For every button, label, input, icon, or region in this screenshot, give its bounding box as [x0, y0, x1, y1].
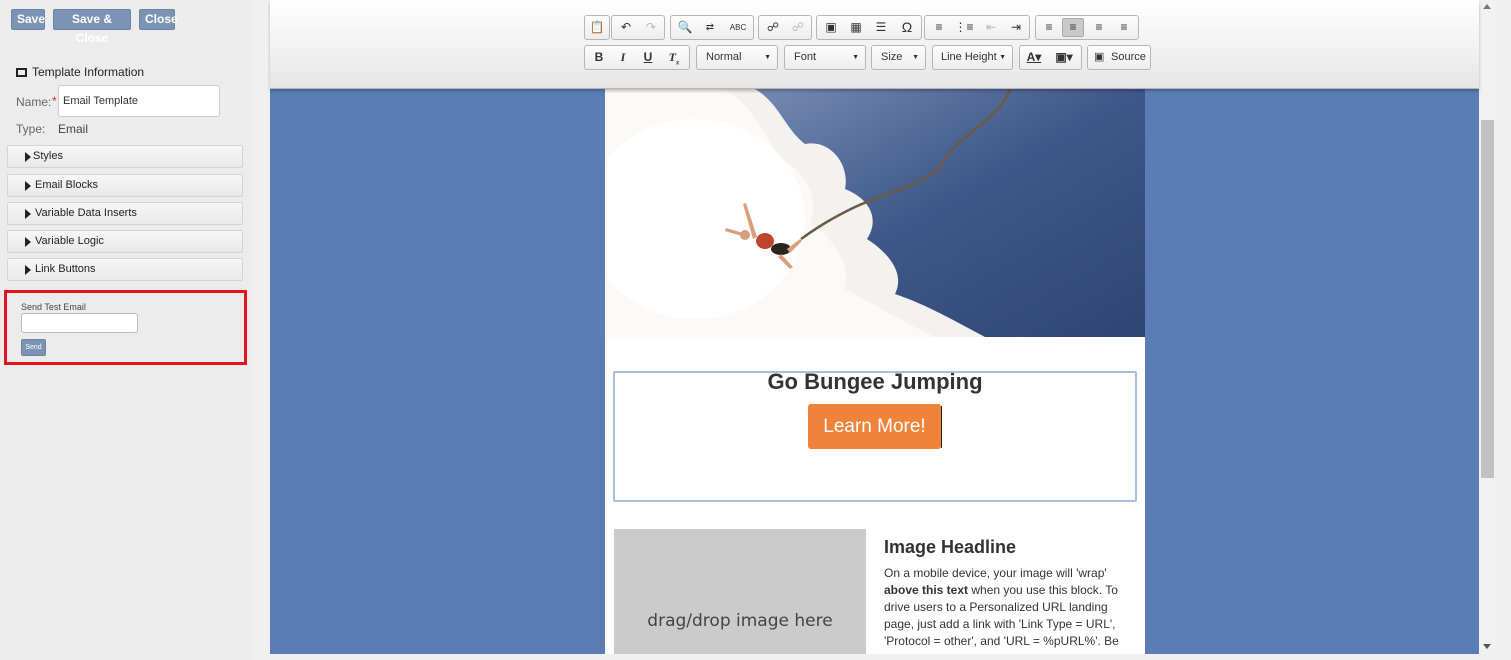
font-dropdown[interactable]: Font ▼ — [784, 45, 866, 70]
background-color-icon[interactable]: ▣▾ — [1053, 48, 1075, 67]
section-label: Styles — [33, 150, 63, 162]
numbered-list-icon[interactable]: ≡ — [928, 18, 950, 37]
align-center-icon[interactable]: ≡ — [1062, 18, 1084, 37]
text-cursor — [941, 406, 942, 448]
link-buttons-section-toggle[interactable]: Link Buttons — [7, 258, 243, 281]
caret-right-icon — [25, 152, 31, 162]
section-label: Variable Logic — [35, 235, 104, 247]
section-label: Email Blocks — [35, 179, 98, 191]
section-label: Link Buttons — [35, 263, 96, 275]
line-height-dropdown[interactable]: Line Height ▼ — [932, 45, 1013, 70]
name-label: Name: — [16, 95, 52, 109]
find-icon[interactable]: 🔍 — [674, 18, 696, 37]
image-headline[interactable]: Image Headline — [884, 537, 1016, 558]
body-text-part: On a mobile device, your image will 'wra… — [884, 566, 1107, 580]
send-test-email-label: Send Test Email — [21, 302, 86, 312]
image-drop-zone[interactable]: drag/drop image here — [614, 529, 866, 654]
justify-icon[interactable]: ≡ — [1113, 18, 1135, 37]
redo-icon[interactable]: ↷ — [640, 18, 662, 37]
learn-more-button[interactable]: Learn More! — [808, 404, 941, 449]
caret-right-icon — [25, 209, 31, 219]
caret-right-icon — [25, 265, 31, 275]
section-label: Variable Data Inserts — [35, 207, 137, 219]
save-and-close-button[interactable]: Save & Close — [53, 9, 131, 45]
bulleted-list-icon[interactable]: ⋮≡ — [953, 18, 975, 37]
paste-text-icon[interactable]: 📋 — [586, 18, 608, 37]
email-blocks-section-toggle[interactable]: Email Blocks — [7, 174, 243, 197]
variable-logic-section-toggle[interactable]: Variable Logic — [7, 230, 243, 253]
variable-data-inserts-section-toggle[interactable]: Variable Data Inserts — [7, 202, 243, 225]
undo-icon[interactable]: ↶ — [615, 18, 637, 37]
find-group: 🔍 ⇄ ABC — [670, 15, 754, 40]
italic-icon[interactable]: I — [612, 48, 634, 67]
link-icon[interactable]: ☍ — [762, 18, 784, 37]
size-dropdown[interactable]: Size ▼ — [871, 45, 926, 70]
source-button[interactable]: ▣ Source — [1087, 45, 1151, 70]
type-value: Email — [58, 122, 89, 136]
bold-icon[interactable]: B — [588, 48, 610, 67]
image-body-text[interactable]: On a mobile device, your image will 'wra… — [884, 565, 1138, 650]
close-button[interactable]: Close — [139, 9, 178, 30]
save-button[interactable]: Save — [11, 9, 45, 30]
styles-section-toggle[interactable]: Styles — [7, 145, 243, 168]
basic-styles-group: B I U Tx — [584, 45, 690, 70]
type-label: Type: — [16, 122, 46, 136]
horizontal-rule-icon[interactable]: ☰ — [870, 18, 892, 37]
unlink-icon[interactable]: ☍ — [787, 18, 809, 37]
template-information-title: Template Information — [32, 65, 145, 79]
body-text-bold: above this text — [884, 583, 969, 597]
editor-toolbar: 📋 ↶ ↷ 🔍 ⇄ ABC ☍ ☍ ▣ ▦ ☰ Ω ≡ ⋮≡ ⇤ ⇥ ≡ ≡ ≡… — [270, 0, 1479, 89]
spellcheck-icon[interactable]: ABC — [727, 18, 749, 37]
send-test-email-panel: Send Test Email Send — [4, 290, 247, 365]
color-group: A▾ ▣▾ — [1019, 45, 1082, 70]
scroll-up-arrow-icon[interactable] — [1483, 4, 1491, 9]
chevron-down-icon: ▼ — [764, 54, 771, 61]
link-group: ☍ ☍ — [758, 15, 812, 40]
format-dropdown[interactable]: Normal ▼ — [696, 45, 778, 70]
chevron-down-icon: ▼ — [999, 54, 1006, 61]
align-right-icon[interactable]: ≡ — [1088, 18, 1110, 37]
replace-icon[interactable]: ⇄ — [699, 18, 721, 37]
underline-icon[interactable]: U — [637, 48, 659, 67]
insert-group: ▣ ▦ ☰ Ω — [816, 15, 922, 40]
image-icon[interactable]: ▣ — [820, 18, 842, 37]
hero-image[interactable] — [605, 89, 1145, 337]
email-body: Go Bungee Jumping Learn More! drag/drop … — [605, 89, 1145, 654]
required-marker: * — [52, 94, 57, 108]
font-value: Font — [794, 51, 817, 63]
indent-icon[interactable]: ⇥ — [1005, 18, 1027, 37]
outdent-icon[interactable]: ⇤ — [980, 18, 1002, 37]
caret-right-icon — [25, 237, 31, 247]
template-name-input[interactable] — [58, 85, 220, 117]
chevron-down-icon: ▼ — [852, 54, 859, 61]
format-value: Normal — [706, 51, 742, 63]
cta-headline[interactable]: Go Bungee Jumping — [605, 369, 1145, 395]
send-test-button[interactable]: Send — [21, 339, 46, 356]
test-email-input[interactable] — [21, 313, 138, 333]
source-icon: ▣ — [1094, 51, 1105, 63]
image-drop-text: drag/drop image here — [647, 611, 833, 631]
vertical-scrollbar[interactable] — [1479, 0, 1496, 654]
caret-right-icon — [25, 181, 31, 191]
text-color-icon[interactable]: A▾ — [1023, 48, 1045, 67]
table-icon[interactable]: ▦ — [845, 18, 867, 37]
image-icon — [16, 68, 27, 77]
source-label: Source — [1111, 51, 1146, 63]
scroll-thumb[interactable] — [1481, 120, 1494, 478]
align-left-icon[interactable]: ≡ — [1038, 18, 1060, 37]
undo-group: ↶ ↷ — [611, 15, 665, 40]
list-group: ≡ ⋮≡ ⇤ ⇥ — [924, 15, 1030, 40]
editor-canvas: Go Bungee Jumping Learn More! drag/drop … — [270, 0, 1479, 654]
special-char-icon[interactable]: Ω — [896, 18, 918, 37]
align-group: ≡ ≡ ≡ ≡ — [1035, 15, 1139, 40]
remove-format-icon[interactable]: Tx — [663, 48, 685, 67]
clipboard-group: 📋 — [584, 15, 610, 40]
scroll-down-arrow-icon[interactable] — [1483, 644, 1491, 649]
chevron-down-icon: ▼ — [912, 54, 919, 61]
left-panel: Save Save & Close Close Template Informa… — [0, 0, 252, 660]
size-value: Size — [881, 51, 903, 63]
bungee-jumper-image — [605, 89, 1012, 337]
template-information-heading: Template Information — [16, 65, 144, 79]
line-height-value: Line Height — [941, 51, 997, 63]
